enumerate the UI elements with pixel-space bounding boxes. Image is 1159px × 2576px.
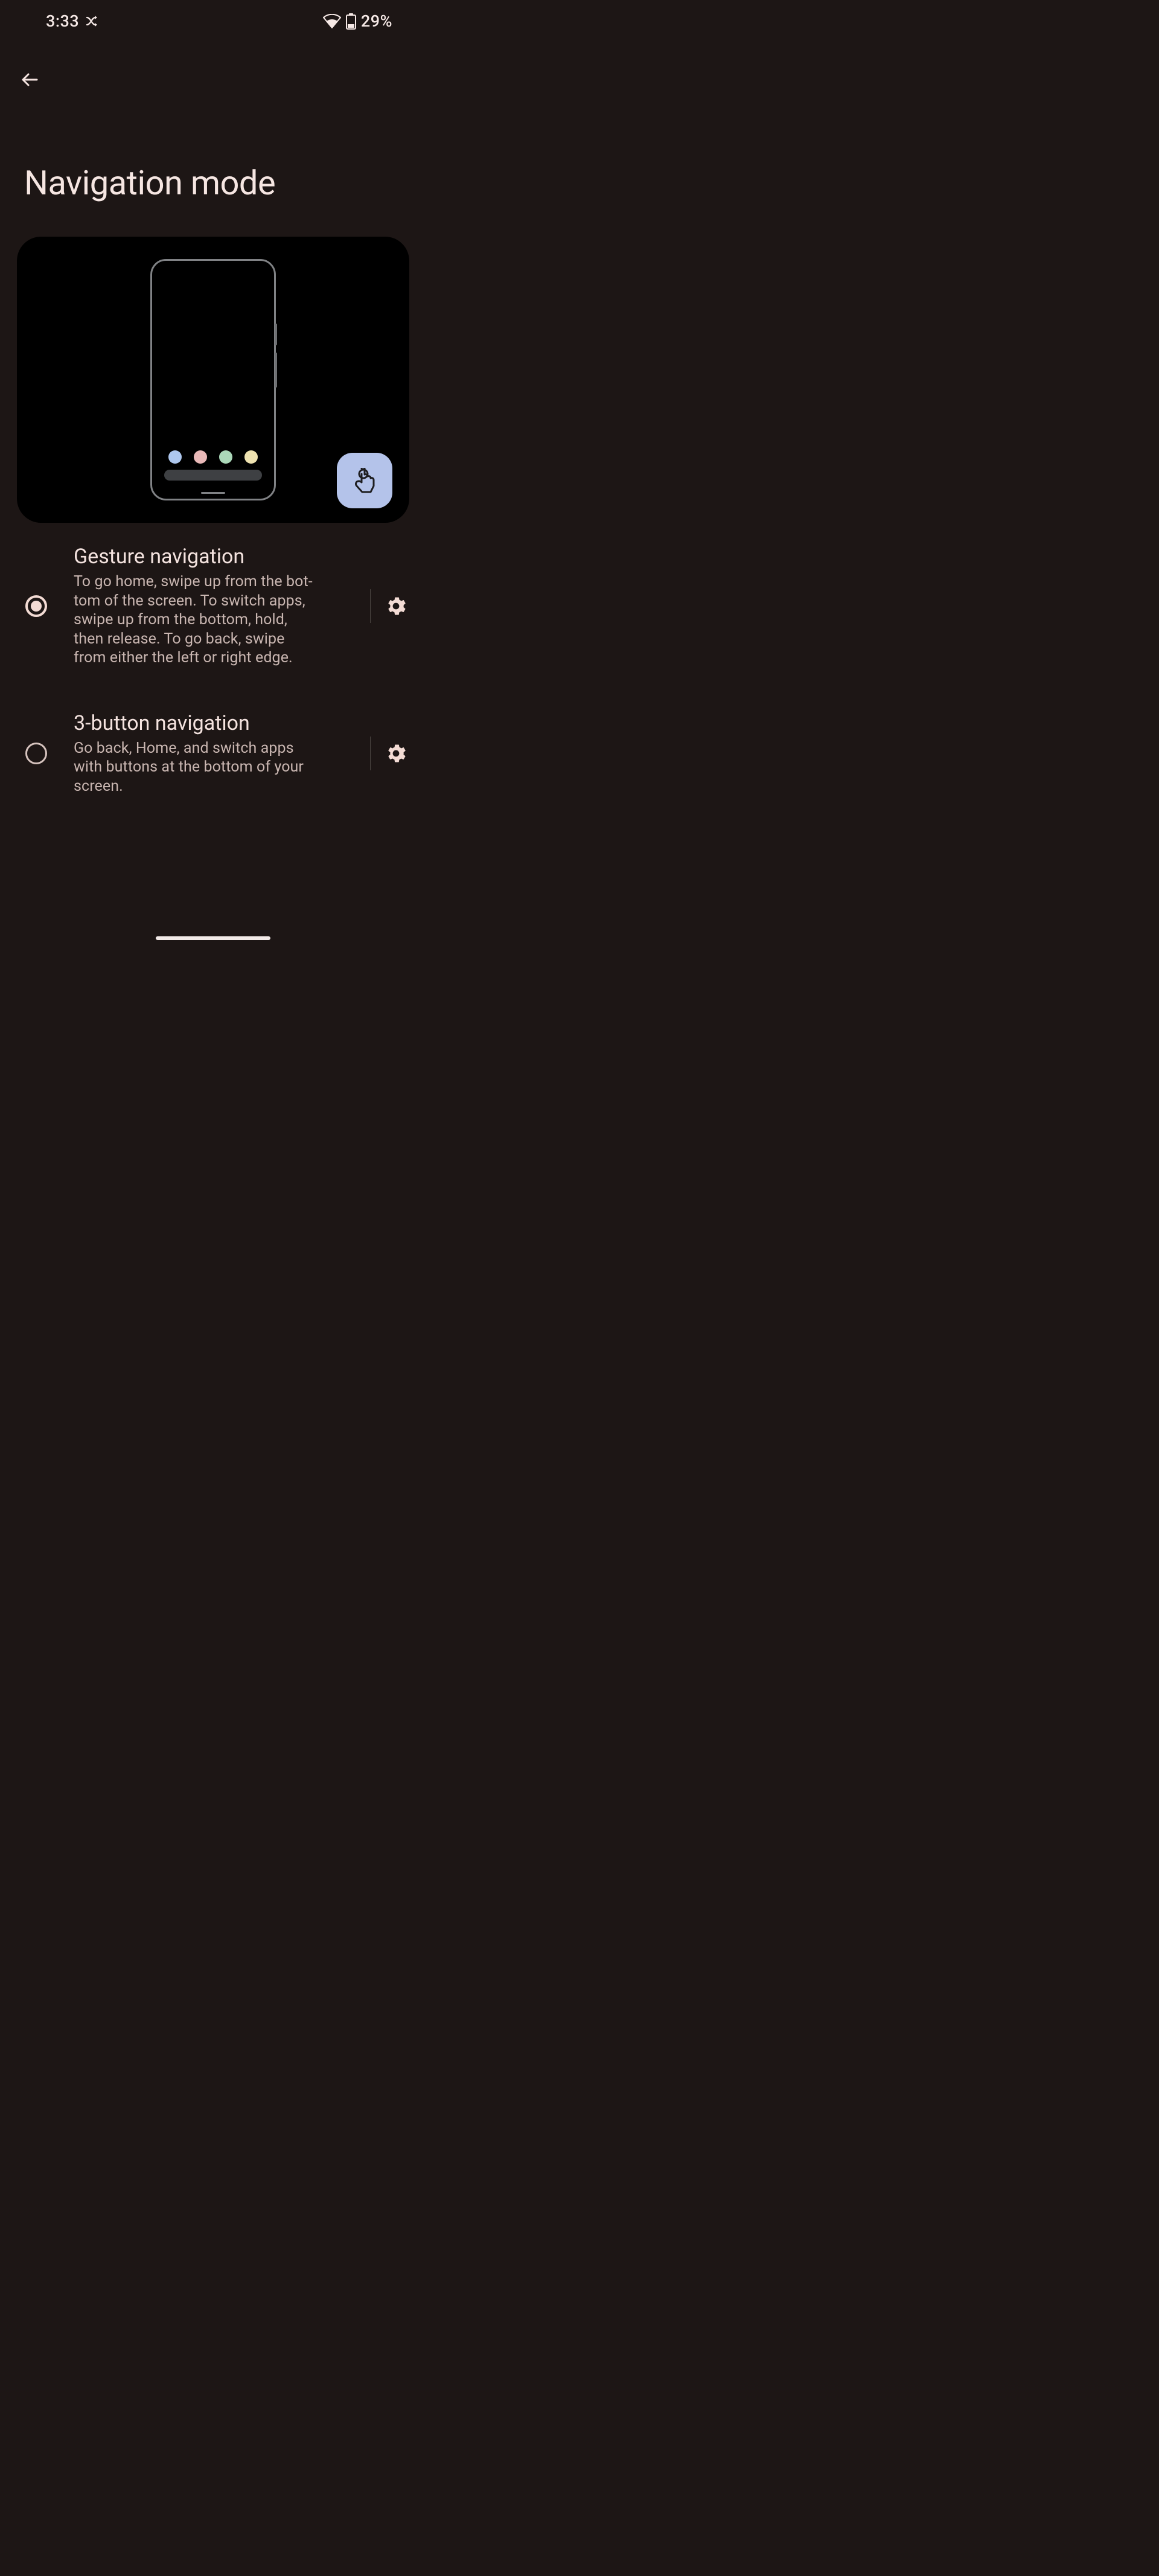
option-gesture-navigation[interactable]: Gesture navigation To go home, swipe up … — [0, 539, 426, 674]
wifi-icon — [323, 14, 341, 28]
option-3-button-navigation[interactable]: 3-button navigation Go back, Home, and s… — [0, 705, 426, 802]
status-battery-pct: 29% — [361, 11, 392, 31]
gesture-settings-button[interactable] — [382, 592, 410, 621]
divider — [370, 737, 371, 770]
radio-selected-icon — [25, 595, 47, 617]
dock-icons — [152, 450, 274, 464]
three-button-settings-button[interactable] — [382, 739, 410, 768]
dock-pill — [164, 470, 262, 481]
screen: 3:33 29% — [0, 0, 426, 947]
status-left: 3:33 — [46, 11, 102, 31]
app-dot — [219, 450, 232, 464]
shuffle-icon — [86, 16, 102, 27]
nav-handle-icon — [201, 492, 225, 494]
arrow-left-icon — [20, 69, 40, 90]
status-time: 3:33 — [46, 11, 79, 31]
back-button[interactable] — [16, 65, 45, 94]
phone-illustration — [150, 259, 276, 500]
option-text: Gesture navigation To go home, swipe up … — [74, 545, 366, 668]
phone-side-button — [275, 353, 277, 388]
page-title: Navigation mode — [24, 163, 275, 203]
radio-unselected-icon — [25, 743, 47, 764]
system-gesture-bar[interactable] — [156, 936, 270, 940]
touch-icon — [354, 468, 375, 493]
option-title: 3-button navigation — [74, 711, 352, 735]
gear-icon — [386, 596, 406, 616]
app-dot — [168, 450, 182, 464]
option-title: Gesture navigation — [74, 545, 352, 569]
app-dot — [244, 450, 258, 464]
app-dot — [194, 450, 207, 464]
status-bar: 3:33 29% — [0, 0, 426, 42]
navigation-options: Gesture navigation To go home, swipe up … — [0, 539, 426, 833]
navigation-preview — [17, 237, 409, 523]
gesture-demo-button[interactable] — [337, 453, 392, 508]
divider — [370, 589, 371, 623]
option-description: Go back, Home, and switch apps with butt… — [74, 739, 315, 796]
option-description: To go home, swipe up from the bot­tom of… — [74, 572, 315, 668]
battery-icon — [346, 13, 356, 30]
option-text: 3-button navigation Go back, Home, and s… — [74, 711, 366, 796]
status-right: 29% — [323, 11, 392, 31]
gear-icon — [386, 743, 406, 764]
phone-side-button — [275, 324, 277, 345]
